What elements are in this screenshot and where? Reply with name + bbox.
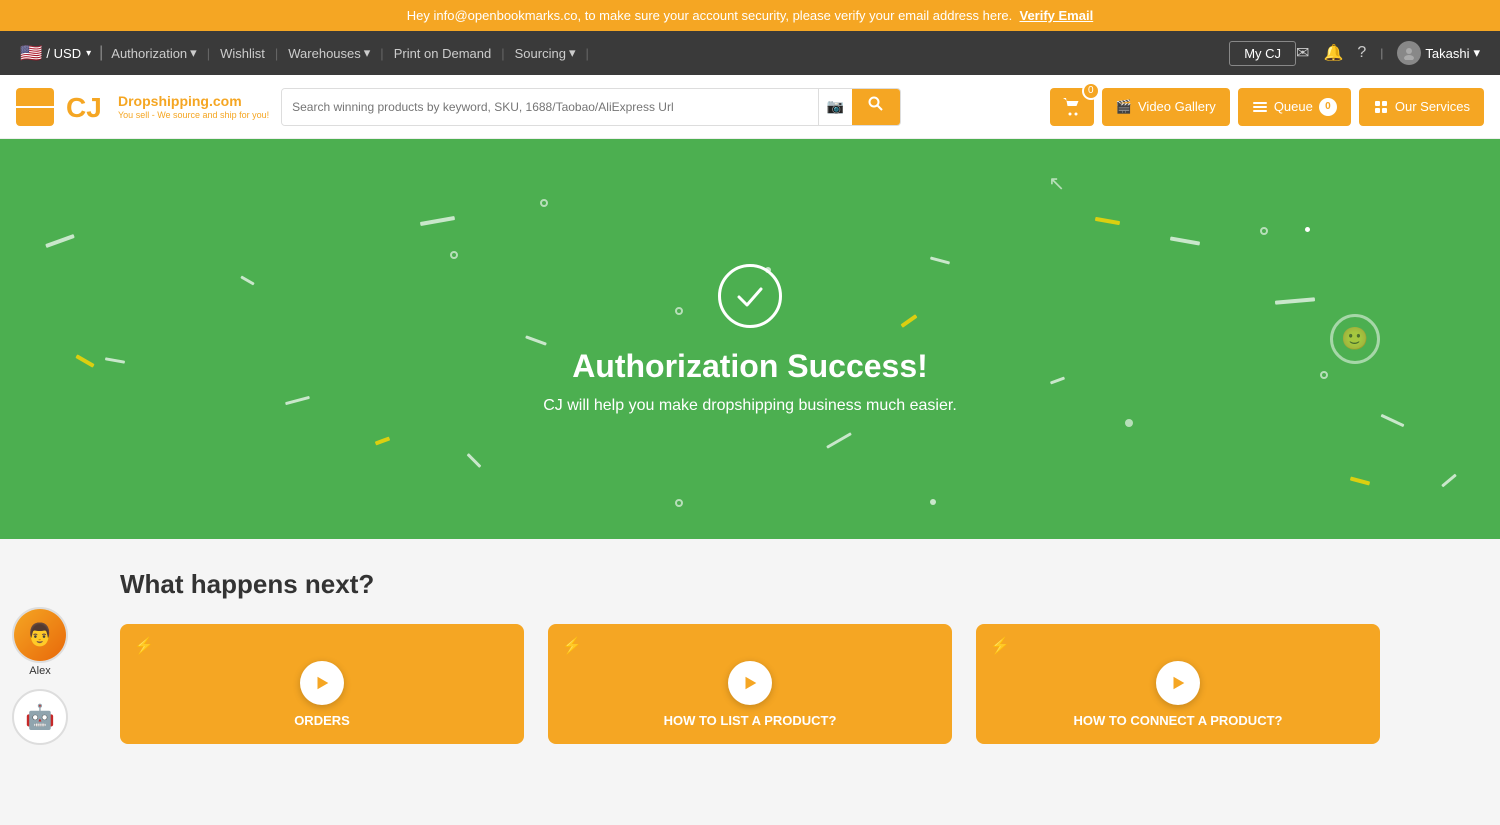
user-menu[interactable]: Takashi ▾	[1397, 41, 1480, 65]
play-button-1[interactable]	[300, 661, 344, 705]
nav-link-warehouses[interactable]: Warehouses ▾	[288, 45, 370, 61]
play-button-3[interactable]	[1156, 661, 1200, 705]
notification-bar: Hey info@openbookmarks.co, to make sure …	[0, 0, 1500, 31]
card-label-2: HOW TO LIST A PRODUCT?	[654, 713, 847, 728]
human-support[interactable]: 👨 Alex	[12, 607, 68, 677]
play-icon-3	[1169, 674, 1187, 692]
nav-links: Authorization ▾ | Wishlist | Warehouses …	[111, 45, 1219, 61]
verify-email-link[interactable]: Verify Email	[1019, 8, 1093, 23]
checkmark-icon	[734, 280, 766, 312]
svg-text:CJ: CJ	[66, 92, 102, 123]
nav-divider-user: |	[1380, 46, 1383, 60]
help-icon-button[interactable]: ?	[1357, 44, 1366, 62]
success-subtitle: CJ will help you make dropshipping busin…	[543, 397, 957, 415]
next-section-title: What happens next?	[120, 569, 1380, 600]
logo[interactable]: CJ Dropshipping.com You sell - We source…	[66, 87, 269, 127]
card-label-1: ORDERS	[284, 713, 360, 728]
queue-count: 0	[1319, 98, 1337, 116]
flag-icon: 🇺🇸	[20, 43, 42, 64]
success-banner: 🙂 ↖ Authorization Success! CJ will help …	[0, 139, 1500, 539]
username-label: Takashi	[1425, 46, 1469, 61]
logo-tagline: You sell - We source and ship for you!	[118, 110, 269, 121]
video-gallery-label: Video Gallery	[1138, 99, 1216, 114]
play-icon-2	[741, 674, 759, 692]
logo-svg: CJ	[66, 87, 114, 127]
queue-button[interactable]: Queue 0	[1238, 88, 1351, 126]
nav-link-wishlist[interactable]: Wishlist	[220, 46, 265, 61]
cursor-icon: ↖	[1048, 171, 1065, 196]
search-button[interactable]	[852, 89, 900, 125]
user-chevron-icon: ▾	[1473, 45, 1480, 61]
header: CJ Dropshipping.com You sell - We source…	[0, 75, 1500, 139]
nav-link-sourcing[interactable]: Sourcing ▾	[515, 45, 576, 61]
menu-line-3	[41, 106, 54, 108]
search-icon	[868, 96, 884, 112]
video-icon: 🎬	[1116, 99, 1132, 115]
user-avatar-small	[1397, 41, 1421, 65]
nav-link-authorization[interactable]: Authorization ▾	[111, 45, 196, 61]
chevron-down-icon: ▾	[190, 45, 197, 61]
video-gallery-button[interactable]: 🎬 Video Gallery	[1102, 88, 1230, 126]
menu-line-2	[29, 106, 42, 108]
mail-icon-button[interactable]: ✉	[1296, 43, 1309, 63]
queue-label: Queue	[1274, 99, 1313, 114]
search-input[interactable]	[282, 89, 818, 125]
search-bar: 📷	[281, 88, 901, 126]
lightning-icon-1: ⚡	[134, 636, 154, 656]
cart-button[interactable]: 0	[1050, 88, 1094, 126]
card-list-product[interactable]: ⚡ HOW TO LIST A PRODUCT?	[548, 624, 952, 744]
card-connect-product[interactable]: ⚡ HOW TO CONNECT A PRODUCT?	[976, 624, 1380, 744]
next-section: What happens next? ⚡ ORDERS ⚡ HOW TO LIS…	[0, 539, 1500, 784]
header-actions: 0 🎬 Video Gallery Queue 0 Our Services	[1050, 88, 1484, 126]
cart-wrapper: 0	[1050, 88, 1094, 126]
menu-button[interactable]	[16, 88, 54, 126]
chevron-down-icon-2: ▾	[364, 45, 371, 61]
services-icon	[1373, 99, 1389, 115]
camera-button[interactable]: 📷	[818, 89, 852, 125]
bot-support[interactable]: 🤖	[12, 689, 68, 745]
cart-icon	[1062, 97, 1082, 117]
logo-dropshipping: Dropshipping.com	[118, 93, 269, 110]
next-cards-row: ⚡ ORDERS ⚡ HOW TO LIST A PRODUCT? ⚡ HOW …	[120, 624, 1380, 744]
lightning-icon-2: ⚡	[562, 636, 582, 656]
chevron-down-icon-3: ▾	[569, 45, 576, 61]
nav-divider-1: |	[99, 44, 103, 62]
support-buttons: 👨 Alex 🤖	[12, 607, 68, 745]
play-button-2[interactable]	[728, 661, 772, 705]
logo-text-block: Dropshipping.com You sell - We source an…	[118, 93, 269, 121]
menu-line-1	[16, 106, 29, 108]
support-avatar[interactable]: 👨	[12, 607, 68, 663]
avatar-image: 👨	[14, 609, 66, 661]
notification-text: Hey info@openbookmarks.co, to make sure …	[407, 8, 1012, 23]
my-cj-button[interactable]: My CJ	[1229, 41, 1296, 66]
cart-badge: 0	[1082, 82, 1100, 100]
nav-bar: 🇺🇸 / USD | Authorization ▾ | Wishlist | …	[0, 31, 1500, 75]
success-title: Authorization Success!	[572, 348, 928, 385]
currency-label[interactable]: / USD	[46, 46, 91, 61]
our-services-button[interactable]: Our Services	[1359, 88, 1484, 126]
card-label-3: HOW TO CONNECT A PRODUCT?	[1064, 713, 1293, 728]
currency-selector[interactable]: 🇺🇸 / USD	[20, 43, 91, 64]
queue-icon	[1252, 99, 1268, 115]
nav-right-icons: ✉ 🔔 ? | Takashi ▾	[1296, 41, 1480, 65]
bell-icon-button[interactable]: 🔔	[1323, 43, 1343, 63]
confetti-container: 🙂 ↖	[0, 139, 1500, 539]
support-name: Alex	[12, 665, 68, 677]
our-services-label: Our Services	[1395, 99, 1470, 114]
play-icon-1	[313, 674, 331, 692]
bot-icon: 🤖	[25, 703, 55, 732]
lightning-icon-3: ⚡	[990, 636, 1010, 656]
smiley-decoration: 🙂	[1330, 314, 1380, 364]
card-orders[interactable]: ⚡ ORDERS	[120, 624, 524, 744]
nav-link-print-on-demand[interactable]: Print on Demand	[394, 46, 492, 61]
success-icon	[718, 264, 782, 328]
